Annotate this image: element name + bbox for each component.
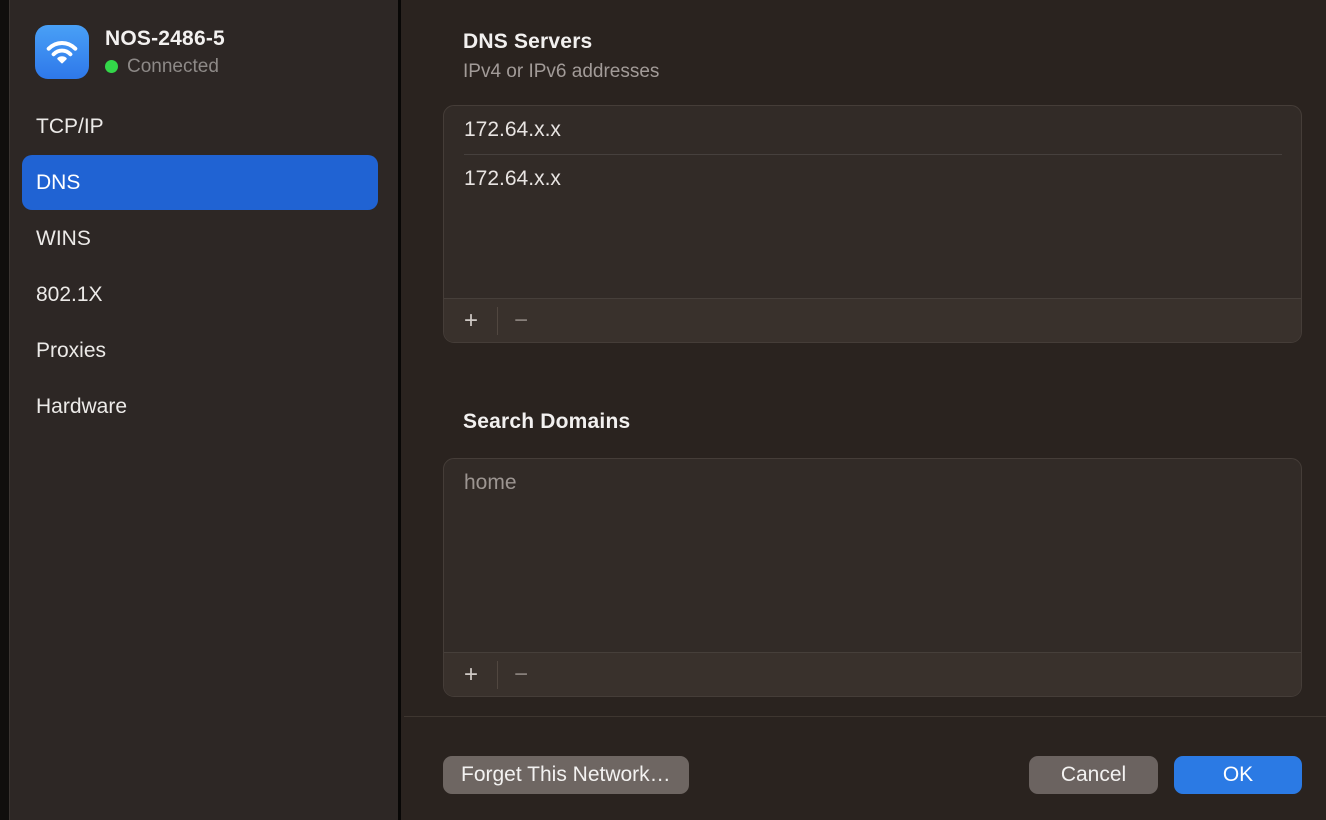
add-search-domain-button[interactable]: + — [453, 660, 489, 690]
wifi-icon — [35, 25, 89, 79]
search-domains-list: home + − — [443, 458, 1302, 697]
add-dns-server-button[interactable]: + — [453, 306, 489, 336]
search-domains-header: Search Domains — [463, 410, 630, 434]
dns-servers-list: 172.64.x.x 172.64.x.x + − — [443, 105, 1302, 343]
status-text: Connected — [127, 56, 219, 78]
action-bar: Forget This Network… Cancel OK — [443, 756, 1302, 794]
search-domains-toolbar: + − — [444, 652, 1301, 696]
search-domains-title: Search Domains — [463, 410, 630, 434]
footer-divider — [404, 716, 1326, 717]
cancel-button[interactable]: Cancel — [1029, 756, 1158, 794]
window-edge-strip — [0, 0, 10, 820]
sidebar-nav: TCP/IP DNS WINS 802.1X Proxies Hardware — [10, 99, 398, 435]
status-dot-icon — [105, 60, 118, 73]
dns-server-entry[interactable]: 172.64.x.x — [444, 155, 1301, 203]
sidebar-item-proxies[interactable]: Proxies — [22, 323, 378, 378]
sidebar-item-label: Proxies — [36, 339, 106, 363]
sidebar-item-label: DNS — [36, 171, 80, 195]
search-domain-entry[interactable]: home — [444, 459, 1301, 507]
dns-server-entry[interactable]: 172.64.x.x — [444, 106, 1301, 154]
network-status: Connected — [105, 56, 225, 78]
remove-search-domain-button[interactable]: − — [498, 660, 544, 690]
network-header: NOS-2486-5 Connected — [35, 25, 225, 79]
network-meta: NOS-2486-5 Connected — [105, 27, 225, 78]
dns-servers-header: DNS Servers IPv4 or IPv6 addresses — [463, 30, 659, 83]
network-name: NOS-2486-5 — [105, 27, 225, 51]
sidebar-item-label: WINS — [36, 227, 91, 251]
forget-network-button[interactable]: Forget This Network… — [443, 756, 689, 794]
dns-servers-subtitle: IPv4 or IPv6 addresses — [463, 61, 659, 83]
sidebar-item-dns[interactable]: DNS — [22, 155, 378, 210]
dns-servers-toolbar: + − — [444, 298, 1301, 342]
sidebar-item-label: Hardware — [36, 395, 127, 419]
wifi-details-dialog: NOS-2486-5 Connected TCP/IP DNS WINS 802… — [0, 0, 1326, 820]
ok-button[interactable]: OK — [1174, 756, 1302, 794]
dns-servers-title: DNS Servers — [463, 30, 659, 54]
sidebar-item-hardware[interactable]: Hardware — [22, 379, 378, 434]
sidebar-item-label: TCP/IP — [36, 115, 104, 139]
sidebar-item-tcpip[interactable]: TCP/IP — [22, 99, 378, 154]
sidebar-item-8021x[interactable]: 802.1X — [22, 267, 378, 322]
sidebar: NOS-2486-5 Connected TCP/IP DNS WINS 802… — [10, 0, 401, 820]
dns-settings-panel: DNS Servers IPv4 or IPv6 addresses 172.6… — [404, 0, 1326, 820]
sidebar-item-label: 802.1X — [36, 283, 103, 307]
sidebar-item-wins[interactable]: WINS — [22, 211, 378, 266]
remove-dns-server-button[interactable]: − — [498, 306, 544, 336]
